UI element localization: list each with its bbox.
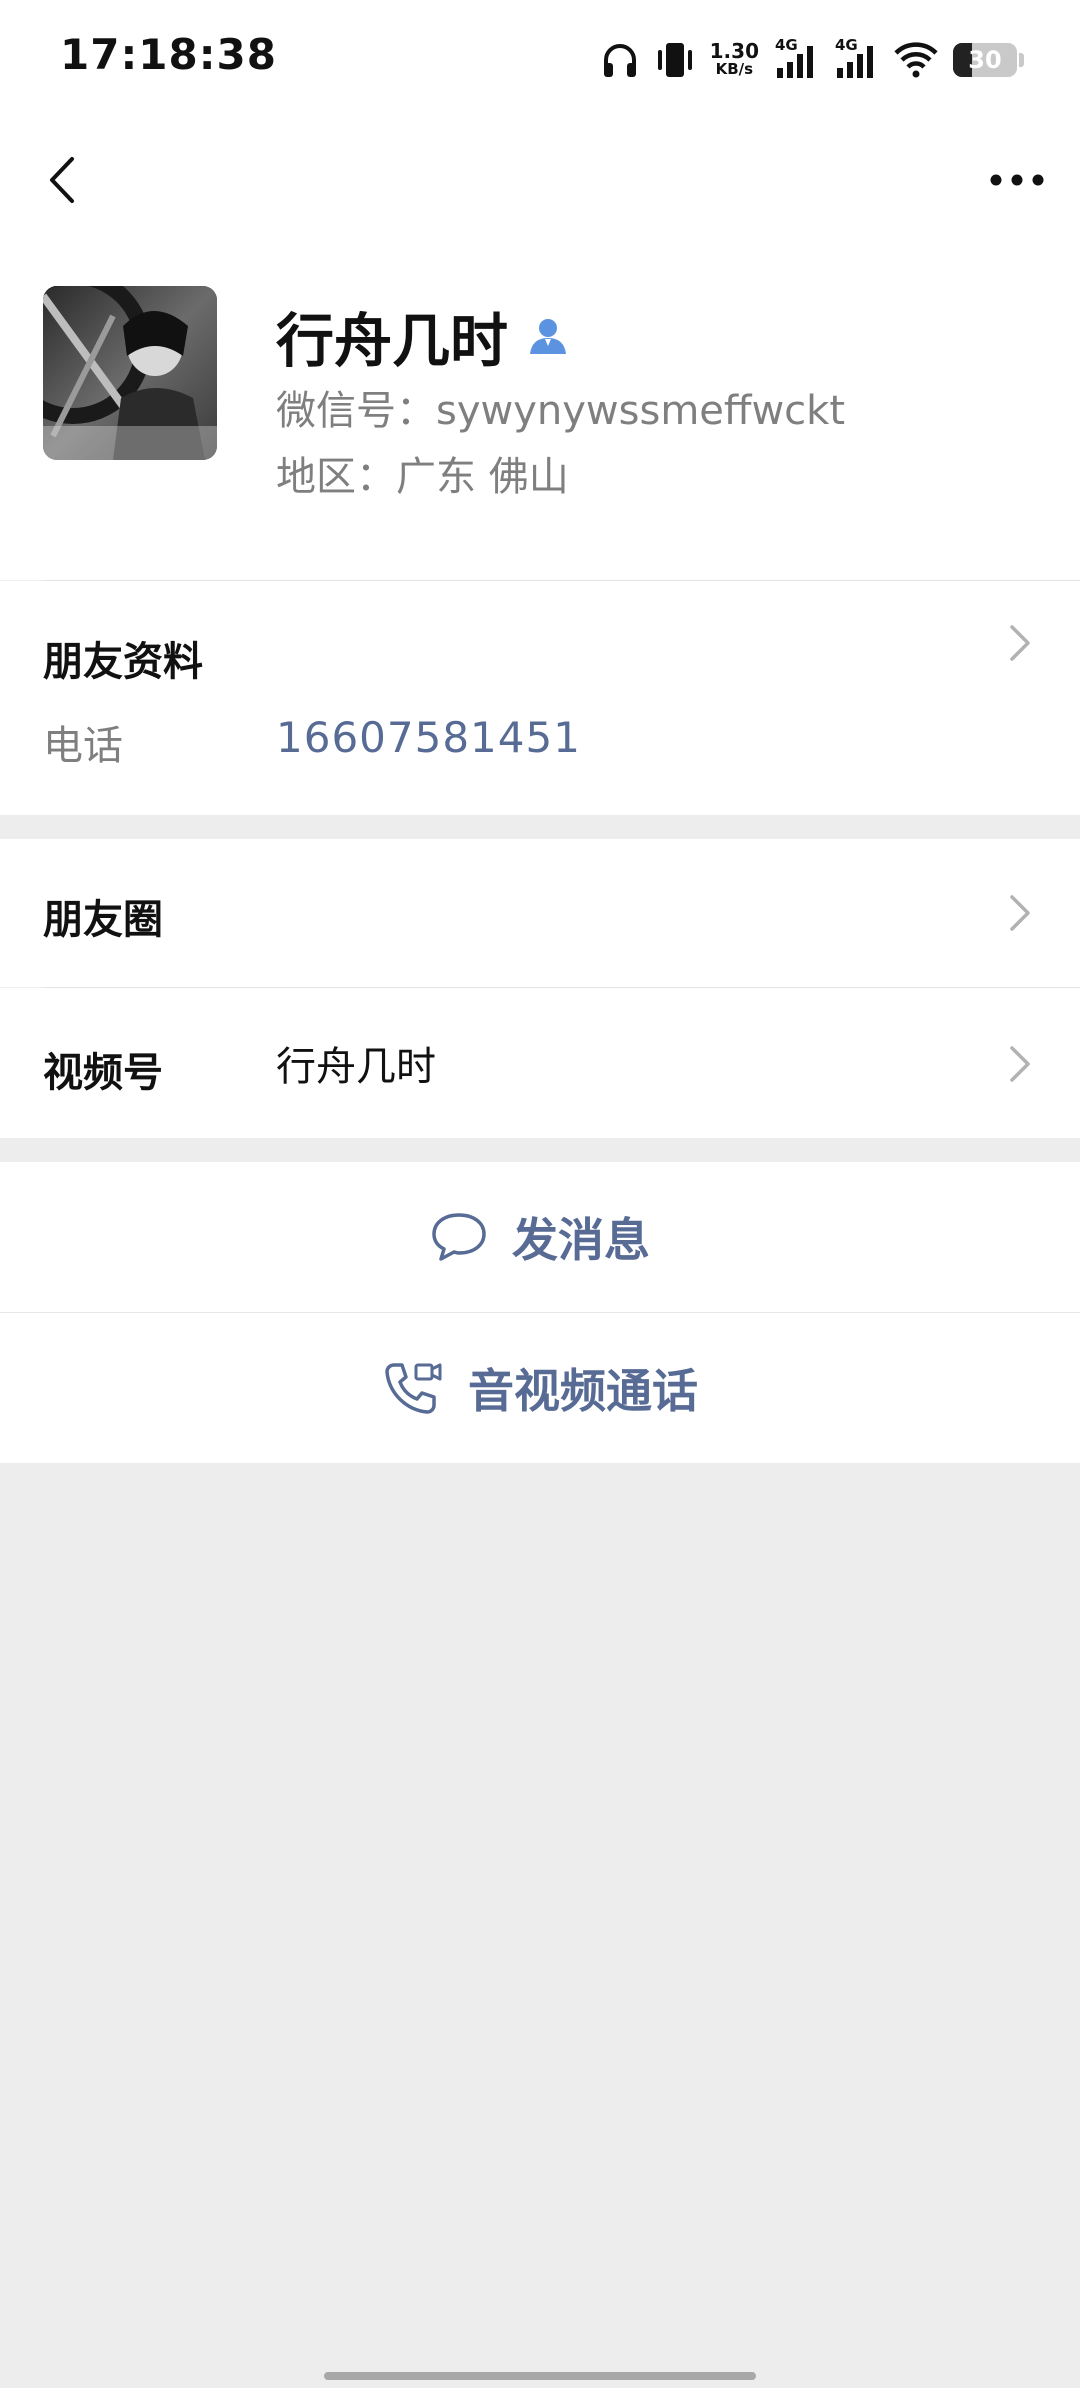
home-indicator[interactable] bbox=[324, 2372, 756, 2380]
signal-icon: 4G bbox=[833, 36, 879, 82]
moments-row[interactable]: 朋友圈 bbox=[0, 839, 1080, 987]
signal-icon: 4G bbox=[773, 36, 819, 82]
vibrate-icon bbox=[654, 40, 696, 80]
battery-cap bbox=[1019, 53, 1024, 67]
back-button[interactable] bbox=[30, 148, 94, 212]
person-icon bbox=[530, 319, 567, 354]
more-dots-icon bbox=[990, 174, 1044, 186]
status-time: 17:18:38 bbox=[60, 30, 277, 79]
section-gap bbox=[0, 815, 1080, 839]
friend-info-title: 朋友资料 bbox=[43, 639, 203, 685]
more-button[interactable] bbox=[982, 148, 1052, 212]
video-call-button[interactable]: 音视频通话 bbox=[0, 1313, 1080, 1463]
wechat-id: 微信号：sywynywssmeffwckt bbox=[276, 388, 846, 434]
avatar[interactable] bbox=[43, 286, 217, 460]
phone-value[interactable]: 16607581451 bbox=[276, 713, 581, 762]
top-nav bbox=[0, 118, 1080, 242]
net-speed-unit: KB/s bbox=[715, 60, 754, 78]
chevron-right-icon bbox=[1010, 1046, 1030, 1082]
chat-bubble-icon bbox=[432, 1213, 486, 1261]
profile-header: 行舟几时 微信号：sywynywssmeffwckt 地区：广东 佛山 bbox=[0, 242, 1080, 581]
wifi-icon bbox=[893, 40, 939, 80]
chevron-right-icon bbox=[1010, 895, 1030, 931]
section-gap bbox=[0, 1138, 1080, 1162]
battery-icon: 30 bbox=[953, 43, 1017, 77]
video-call-label: 音视频通话 bbox=[468, 1364, 698, 1418]
send-message-label: 发消息 bbox=[512, 1213, 650, 1267]
headphones-icon bbox=[600, 40, 640, 80]
channels-label: 视频号 bbox=[43, 1050, 163, 1096]
phone-label: 电话 bbox=[43, 723, 123, 769]
phone-video-icon bbox=[385, 1363, 442, 1414]
region: 地区：广东 佛山 bbox=[276, 454, 569, 500]
chevron-left-icon bbox=[50, 157, 74, 203]
net-speed-value: 1.30 bbox=[709, 39, 759, 63]
status-icons: 1.30 KB/s 4G 4G 30 bbox=[600, 32, 1024, 88]
send-message-button[interactable]: 发消息 bbox=[0, 1162, 1080, 1312]
channels-value: 行舟几时 bbox=[276, 1044, 436, 1090]
chevron-right-icon bbox=[1010, 625, 1030, 661]
battery-level: 30 bbox=[968, 46, 1002, 74]
display-name: 行舟几时 bbox=[276, 294, 570, 378]
net-speed: 1.30 KB/s bbox=[709, 39, 759, 78]
channels-row[interactable]: 视频号 行舟几时 bbox=[0, 988, 1080, 1138]
friend-info-section[interactable]: 朋友资料 电话 16607581451 bbox=[0, 581, 1080, 815]
moments-label: 朋友圈 bbox=[43, 897, 163, 943]
display-name-text: 行舟几时 bbox=[276, 307, 509, 375]
status-bar: 17:18:38 1.30 KB/s 4G 4G 30 bbox=[0, 0, 1080, 118]
